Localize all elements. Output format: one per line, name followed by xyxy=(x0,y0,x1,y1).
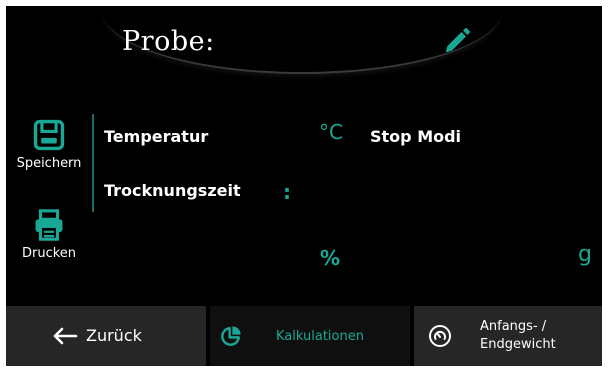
gauge-icon xyxy=(429,325,451,347)
header: Probe: xyxy=(6,6,602,86)
printer-icon xyxy=(35,209,63,241)
print-label: Drucken xyxy=(21,246,77,261)
drying-time-label: Trocknungszeit xyxy=(104,181,241,200)
percent-unit: % xyxy=(320,246,341,270)
drying-time-separator: : xyxy=(283,180,291,204)
print-button[interactable]: Drucken xyxy=(6,208,92,261)
gram-unit: g xyxy=(578,242,592,267)
save-button[interactable]: Speichern xyxy=(6,118,92,171)
stop-mode-label[interactable]: Stop Modi xyxy=(370,127,461,146)
tab-calculations[interactable]: Kalkulationen xyxy=(210,306,410,366)
arrow-left-icon xyxy=(53,327,78,345)
temperature-label: Temperatur xyxy=(104,127,209,146)
pencil-icon[interactable] xyxy=(442,26,472,56)
back-button[interactable]: Zurück xyxy=(6,306,206,366)
weight-label-line1: Anfangs- / xyxy=(480,319,547,334)
page-title: Probe: xyxy=(122,26,215,57)
temperature-unit: °C xyxy=(319,120,343,144)
weight-label-line2: Endgewicht xyxy=(480,337,556,352)
calc-label: Kalkulationen xyxy=(276,329,364,344)
tab-start-end-weight[interactable]: Anfangs- / Endgewicht xyxy=(414,306,602,366)
back-label: Zurück xyxy=(86,326,142,345)
bottom-bar: Zurück Kalkulationen Anfangs- / Endgewic… xyxy=(6,306,602,366)
pie-chart-icon xyxy=(221,326,241,346)
screen: Probe: Speichern Drucken Temperatur °C S… xyxy=(6,6,602,366)
floppy-disk-icon xyxy=(33,119,65,151)
save-label: Speichern xyxy=(16,156,82,171)
sidebar-divider xyxy=(92,114,94,212)
